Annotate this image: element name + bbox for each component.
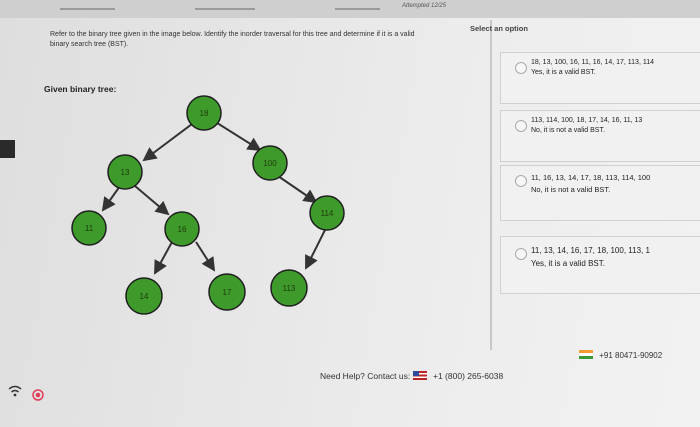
radio-button[interactable] <box>515 175 527 187</box>
node-label: 113 <box>283 284 296 293</box>
node-label: 17 <box>223 288 232 297</box>
tree-node-right: 100 <box>252 145 288 181</box>
option-traversal: 11, 16, 13, 14, 17, 18, 113, 114, 100 <box>531 173 651 182</box>
edge-114-113 <box>305 229 326 270</box>
edge-16-17 <box>195 241 216 272</box>
answer-option-4[interactable]: 11, 13, 14, 16, 17, 18, 100, 113, 1 Yes,… <box>500 236 700 294</box>
india-phone-link[interactable]: +91 80471-90902 <box>599 351 662 360</box>
option-verdict: No, it is not a valid BST. <box>531 127 605 134</box>
radio-button[interactable] <box>515 120 527 132</box>
binary-tree-diagram: 18 13 100 11 16 114 14 17 113 <box>71 95 345 315</box>
option-verdict: Yes, it is a valid BST. <box>531 259 605 268</box>
node-label: 16 <box>178 225 187 234</box>
panel-divider <box>490 20 492 350</box>
tree-node-root: 18 <box>186 95 222 131</box>
tree-node-left: 13 <box>107 154 143 190</box>
node-label: 100 <box>263 159 277 168</box>
contact-line: Need Help? Contact us: +1 (800) 265-6038 <box>320 371 503 381</box>
need-help-text: Need Help? Contact us: <box>320 371 411 381</box>
answer-option-2[interactable]: 113, 114, 100, 18, 17, 14, 16, 11, 13 No… <box>500 110 700 162</box>
tree-node-left-left: 11 <box>71 210 107 246</box>
tree-node-lr-left: 14 <box>125 277 163 315</box>
option-verdict: No, it is not a valid BST. <box>531 185 611 194</box>
edge-13-11 <box>101 185 121 212</box>
node-label: 13 <box>121 168 130 177</box>
node-label: 114 <box>321 209 334 218</box>
select-option-title: Select an option <box>470 24 528 33</box>
answer-option-1[interactable]: 18, 13, 100, 16, 11, 16, 14, 17, 113, 11… <box>500 52 700 104</box>
us-flag-icon <box>412 371 427 380</box>
answer-option-3[interactable]: 11, 16, 13, 14, 17, 18, 113, 114, 100 No… <box>500 165 700 221</box>
edge-13-16 <box>134 185 170 216</box>
option-traversal: 113, 114, 100, 18, 17, 14, 16, 11, 13 <box>531 117 643 124</box>
tree-node-right-right: 114 <box>309 195 345 231</box>
wifi-icon <box>8 385 22 397</box>
edge-100-114 <box>277 175 318 204</box>
tree-node-lr-right: 17 <box>208 273 246 311</box>
option-traversal: 18, 13, 100, 16, 11, 16, 14, 17, 113, 11… <box>531 59 654 66</box>
tree-node-left-right: 16 <box>164 211 200 247</box>
option-verdict: Yes, it is a valid BST. <box>531 69 596 76</box>
edge-18-100 <box>213 120 262 152</box>
record-icon[interactable] <box>32 389 44 401</box>
node-label: 14 <box>140 292 149 301</box>
india-contact: +91 80471-90902 <box>579 350 662 360</box>
edge-18-13 <box>142 120 197 162</box>
radio-button[interactable] <box>515 248 527 260</box>
tree-edges <box>101 120 326 275</box>
node-label: 11 <box>85 224 94 233</box>
india-flag-icon <box>579 350 593 359</box>
us-phone-link[interactable]: +1 (800) 265-6038 <box>433 371 503 381</box>
radio-button[interactable] <box>515 62 527 74</box>
node-label: 18 <box>200 109 209 118</box>
tree-node-rr-left: 113 <box>270 269 308 307</box>
option-traversal: 11, 13, 14, 16, 17, 18, 100, 113, 1 <box>531 246 650 255</box>
edge-16-14 <box>154 241 173 275</box>
